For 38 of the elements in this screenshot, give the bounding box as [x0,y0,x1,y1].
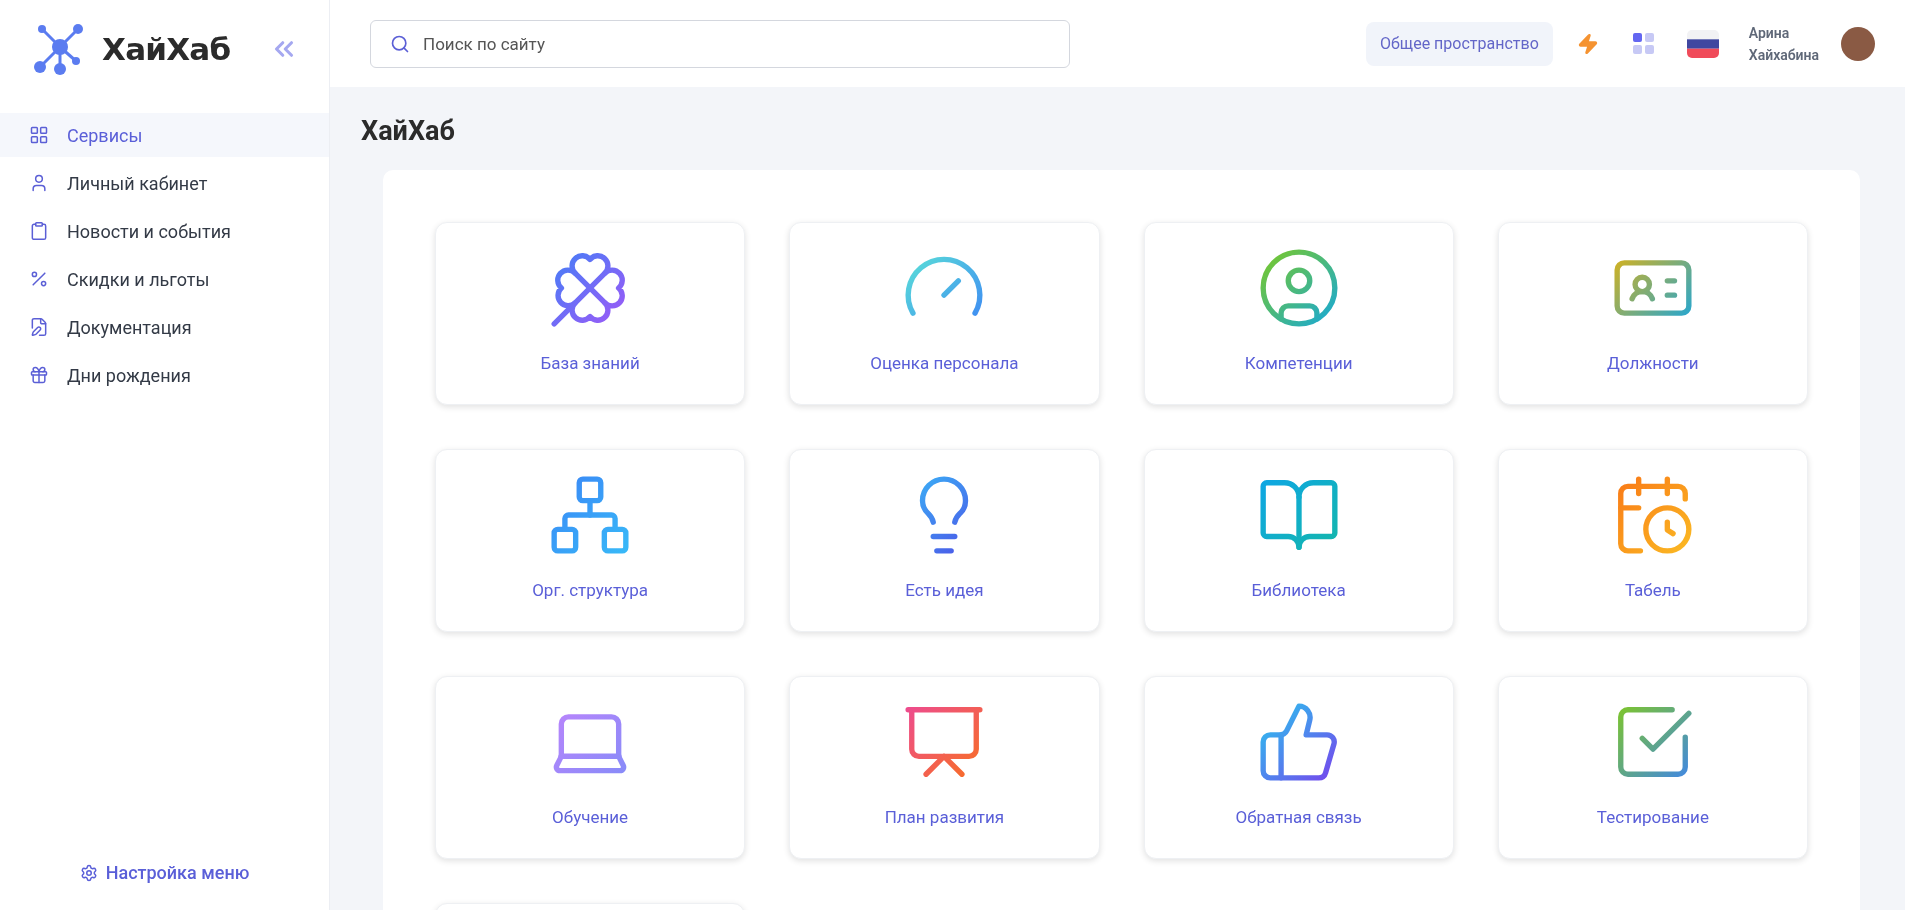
gift-icon [29,365,49,385]
search-field[interactable]: Поиск по сайту [370,19,1070,68]
sidebar-item[interactable]: Скидки и льготы [0,257,329,301]
sidebar-item[interactable]: Личный кабинет [0,161,329,205]
service-card[interactable]: Должности [1497,221,1808,405]
workspace-button[interactable]: Общее пространство [1366,21,1553,66]
avatar[interactable] [1841,26,1875,61]
sidebar-item[interactable]: Дни рождения [0,353,329,397]
user-first-name: Арина [1748,23,1791,43]
service-card[interactable]: Орг. структура [435,448,746,632]
sidebar-item[interactable]: Документация [0,305,329,349]
sidebar-item[interactable]: Сервисы [0,113,329,157]
service-card[interactable]: База знаний [435,221,746,405]
percent-icon [29,269,49,289]
service-card[interactable]: Обучение [435,675,746,859]
user-last-name: Хайхабина [1748,45,1819,65]
menu-settings-link[interactable]: Настройка меню [79,859,250,886]
brand-name: ХайХаб [102,29,231,69]
service-card[interactable]: Есть идея [789,448,1100,632]
lightning-icon [1576,32,1599,55]
clipboard-icon [29,221,49,241]
service-card[interactable]: Обратная связь [1143,675,1454,859]
settings-icon [79,863,98,882]
search-icon [390,33,410,54]
service-card[interactable]: Библиотека [1143,448,1454,632]
sidebar-item[interactable]: Новости и события [0,209,329,253]
service-card[interactable]: Оценка персонала [789,221,1100,405]
grid-icon [29,125,49,145]
service-card[interactable]: Компетенции [1143,221,1454,405]
page-title: ХайХаб [361,114,456,149]
language-button[interactable] [1686,29,1719,58]
service-card[interactable]: Тестирование [1497,675,1808,859]
person-icon [29,173,49,193]
flag-icon [1686,29,1719,58]
service-card[interactable]: План развития [789,675,1100,859]
document-pen-icon [29,317,49,337]
service-card[interactable]: Табель [1497,448,1808,632]
apps-grid-icon [1632,32,1655,55]
